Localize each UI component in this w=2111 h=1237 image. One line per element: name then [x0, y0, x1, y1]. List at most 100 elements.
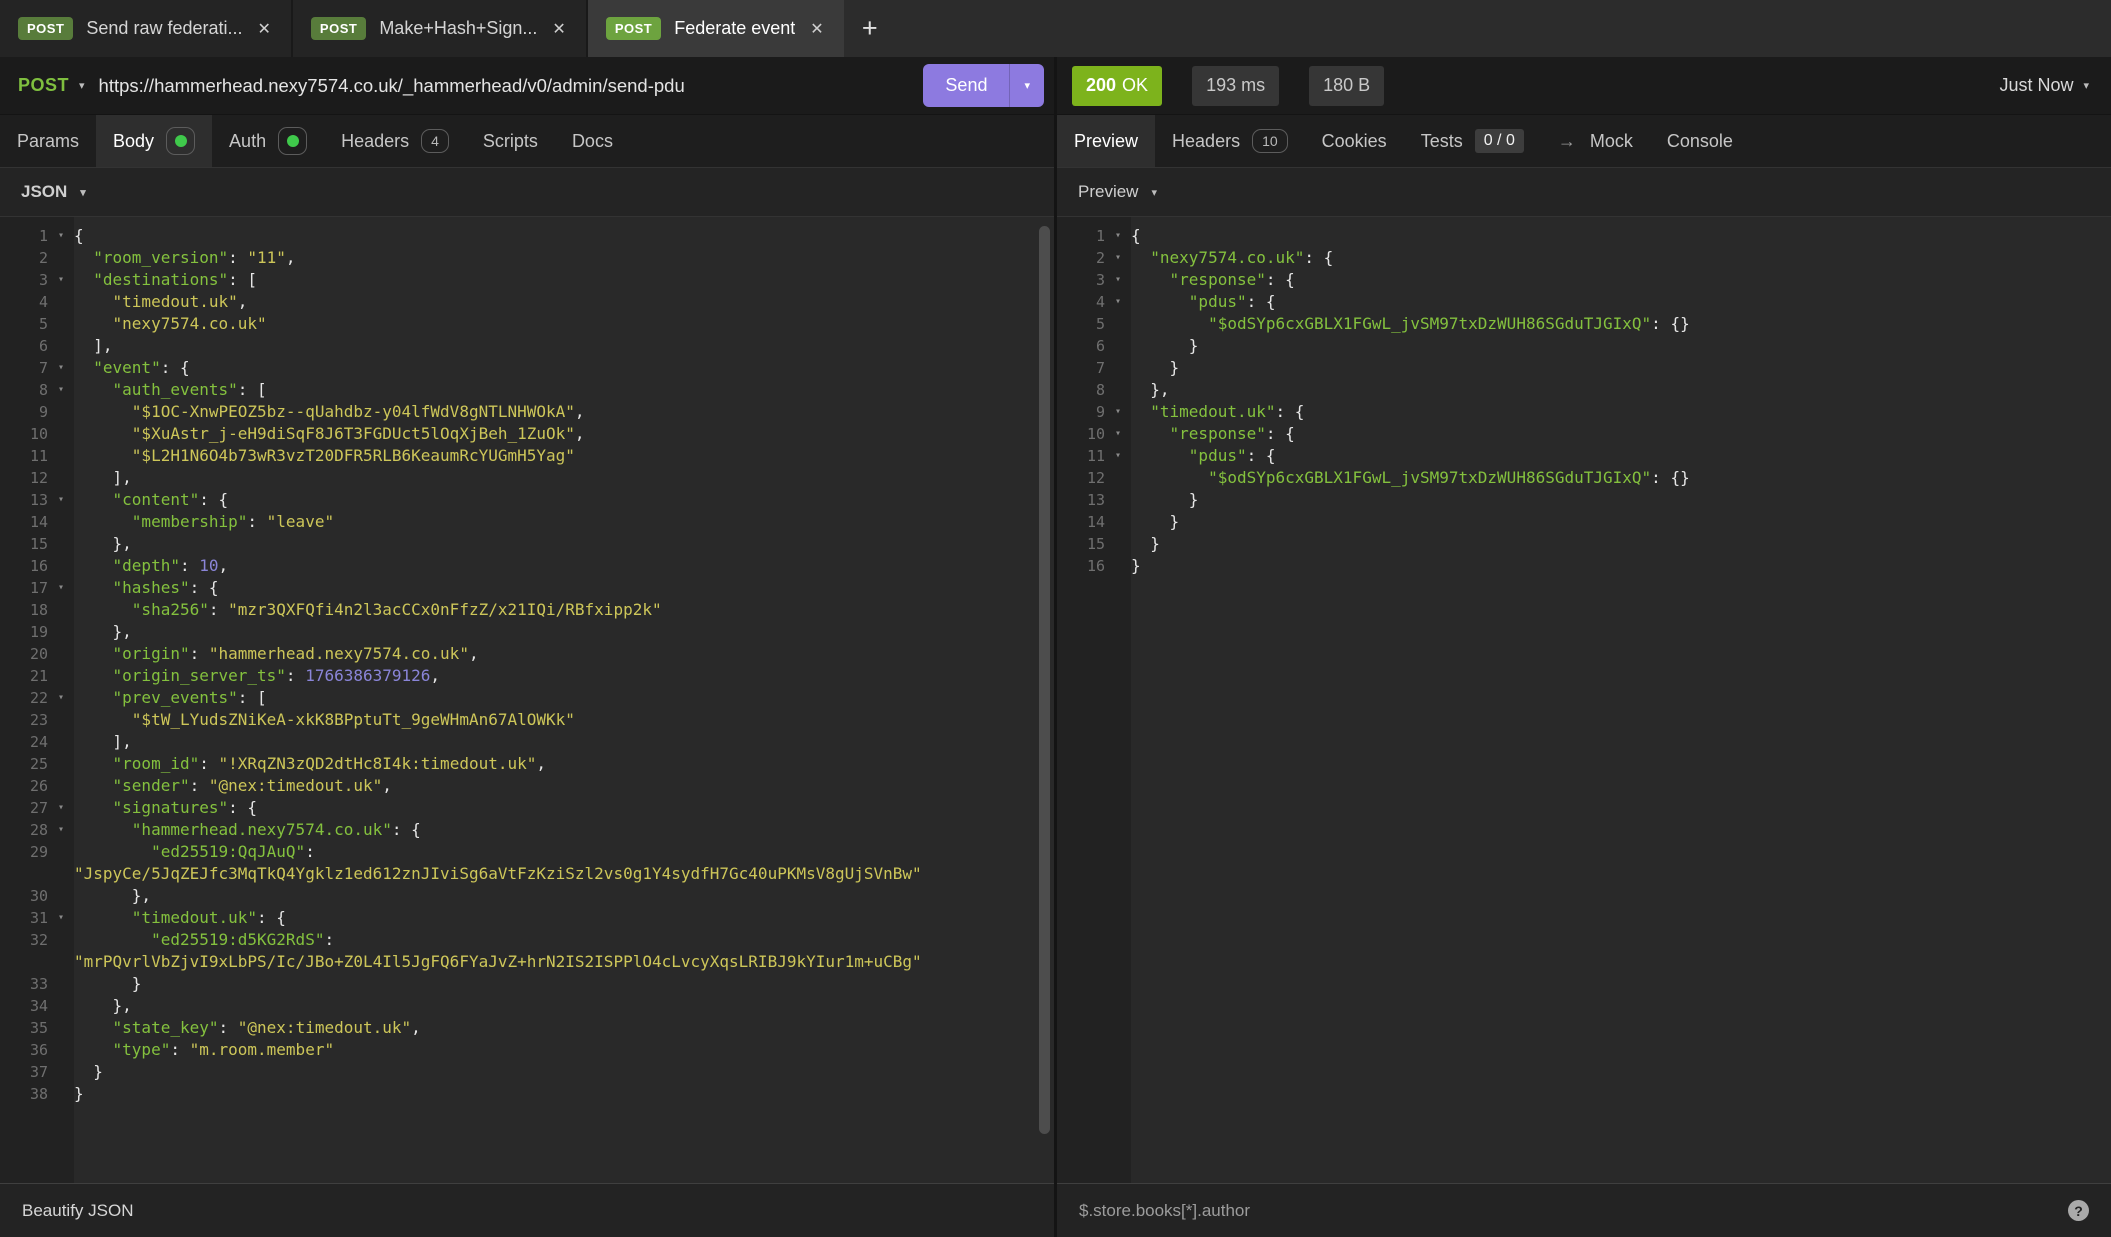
body-editor[interactable]: 1▾{2 "room_version": "11",3▾ "destinatio…	[0, 217, 1054, 1183]
close-tab-icon[interactable]: ✕	[256, 17, 273, 41]
token-k: "$odSYp6cxGBLX1FGwL_jvSM97txDzWUH86SGduT…	[1208, 314, 1651, 333]
token-p	[1131, 446, 1189, 465]
subtab-label: Cookies	[1322, 131, 1387, 152]
token-p	[74, 512, 132, 531]
fold-arrow-icon[interactable]: ▾	[48, 379, 74, 401]
response-tab-cookies[interactable]: Cookies	[1305, 115, 1404, 167]
code-line: "prev_events": [	[74, 687, 267, 709]
token-p	[74, 754, 113, 773]
subtab-label: Params	[17, 131, 79, 152]
code-line: "timedout.uk": {	[74, 907, 286, 929]
fold-arrow-icon[interactable]: ▾	[1105, 291, 1131, 313]
body-editor-line: 29 "ed25519:QqJAuQ":	[0, 841, 1054, 863]
url-input[interactable]: https://hammerhead.nexy7574.co.uk/_hamme…	[99, 75, 924, 97]
token-p	[74, 402, 132, 421]
token-p: ,	[382, 776, 392, 795]
send-button[interactable]: Send ▾	[923, 64, 1044, 107]
fold-arrow-icon[interactable]: ▾	[48, 357, 74, 379]
close-tab-icon[interactable]: ✕	[550, 17, 567, 41]
fold-arrow-icon[interactable]: ▾	[48, 269, 74, 291]
body-type-select[interactable]: JSON ▾	[21, 182, 86, 202]
status-code: 200	[1086, 75, 1116, 96]
tab-params[interactable]: Params	[0, 115, 96, 167]
tab-headers[interactable]: Headers4	[324, 115, 466, 167]
subtab-label: Docs	[572, 131, 613, 152]
fold-arrow-icon[interactable]: ▾	[1105, 225, 1131, 247]
line-number: 9	[0, 401, 48, 423]
new-tab-button[interactable]: +	[844, 0, 896, 57]
fold-arrow-icon[interactable]: ▾	[48, 687, 74, 709]
preview-mode-label: Preview	[1078, 182, 1138, 202]
method-select[interactable]: POST ▾	[18, 75, 85, 96]
preview-viewer[interactable]: 1▾{2▾ "nexy7574.co.uk": {3▾ "response": …	[1057, 217, 2111, 1183]
token-s: "@nex:timedout.uk"	[238, 1018, 411, 1037]
preview-mode-row: Preview ▾	[1057, 168, 2111, 217]
token-p: : {	[161, 358, 190, 377]
body-editor-line: 11 "$L2H1N6O4b73wR3vzT20DFR5RLB6KeaumRcY…	[0, 445, 1054, 467]
line-number: 15	[0, 533, 48, 555]
line-number: 3	[1057, 269, 1105, 291]
token-p	[1131, 292, 1189, 311]
chevron-down-icon: ▾	[1151, 186, 1157, 199]
enabled-dot-badge	[166, 127, 195, 155]
code-line: "timedout.uk",	[74, 291, 247, 313]
response-history-select[interactable]: Just Now ▾	[1999, 75, 2089, 96]
token-p: },	[74, 534, 132, 553]
fold-arrow-icon[interactable]: ▾	[48, 225, 74, 247]
line-number: 6	[1057, 335, 1105, 357]
close-tab-icon[interactable]: ✕	[808, 17, 825, 41]
history-label: Just Now	[1999, 75, 2073, 96]
fold-arrow-icon[interactable]: ▾	[1105, 445, 1131, 467]
fold-arrow-icon[interactable]: ▾	[1105, 247, 1131, 269]
send-options-button[interactable]: ▾	[1009, 64, 1044, 107]
token-k: "type"	[113, 1040, 171, 1059]
line-number: 8	[1057, 379, 1105, 401]
send-label[interactable]: Send	[923, 64, 1009, 107]
code-line: }	[1131, 357, 1179, 379]
subtab-label: Headers	[1172, 131, 1240, 152]
fold-arrow-icon[interactable]: ▾	[1105, 269, 1131, 291]
token-p	[1131, 270, 1170, 289]
token-s: "$XuAstr_j-eH9diSqF8J6T3FGDUct5lOqXjBeh_…	[132, 424, 575, 443]
body-editor-line: 5 "nexy7574.co.uk"	[0, 313, 1054, 335]
code-line: {	[74, 225, 84, 247]
fold-arrow-icon[interactable]: ▾	[1105, 423, 1131, 445]
help-icon[interactable]: ?	[2068, 1200, 2089, 1221]
code-line: "membership": "leave"	[74, 511, 334, 533]
response-tab-headers[interactable]: Headers10	[1155, 115, 1305, 167]
code-line: "content": {	[74, 489, 228, 511]
arrow-right-icon: →	[1558, 131, 1576, 152]
status-badge: 200 OK	[1072, 66, 1162, 106]
fold-arrow-icon[interactable]: ▾	[48, 907, 74, 929]
preview-mode-select[interactable]: Preview ▾	[1078, 182, 1157, 202]
response-tab-mock[interactable]: →Mock	[1541, 115, 1650, 167]
token-n2: 10	[199, 556, 218, 575]
response-tab-console[interactable]: Console	[1650, 115, 1750, 167]
fold-arrow-icon[interactable]: ▾	[48, 797, 74, 819]
fold-arrow-icon[interactable]: ▾	[48, 489, 74, 511]
request-tab-make-hash-sign[interactable]: POSTMake+Hash+Sign...✕	[293, 0, 588, 57]
tab-scripts[interactable]: Scripts	[466, 115, 555, 167]
response-tab-preview[interactable]: Preview	[1057, 115, 1155, 167]
fold-arrow-icon[interactable]: ▾	[48, 819, 74, 841]
tab-docs[interactable]: Docs	[555, 115, 630, 167]
fold-arrow-icon[interactable]: ▾	[48, 577, 74, 599]
token-p: ,	[469, 644, 479, 663]
fold-arrow-icon[interactable]: ▾	[1105, 401, 1131, 423]
count-badge: 4	[421, 129, 449, 153]
editor-scrollbar[interactable]	[1039, 226, 1050, 1134]
jsonpath-filter-input[interactable]: $.store.books[*].author	[1079, 1201, 2068, 1221]
token-p	[1131, 248, 1150, 267]
beautify-json-button[interactable]: Beautify JSON	[22, 1201, 134, 1221]
request-tab-federate-event[interactable]: POSTFederate event✕	[588, 0, 844, 57]
token-p	[1131, 402, 1150, 421]
preview-line: 14 }	[1057, 511, 2111, 533]
tab-body[interactable]: Body	[96, 115, 212, 167]
token-p: },	[74, 622, 132, 641]
tab-auth[interactable]: Auth	[212, 115, 324, 167]
response-tab-tests[interactable]: Tests0 / 0	[1404, 115, 1541, 167]
token-p: :	[190, 776, 209, 795]
token-p: ],	[74, 336, 113, 355]
request-tab-send-raw-federati[interactable]: POSTSend raw federati...✕	[0, 0, 293, 57]
line-number: 10	[0, 423, 48, 445]
